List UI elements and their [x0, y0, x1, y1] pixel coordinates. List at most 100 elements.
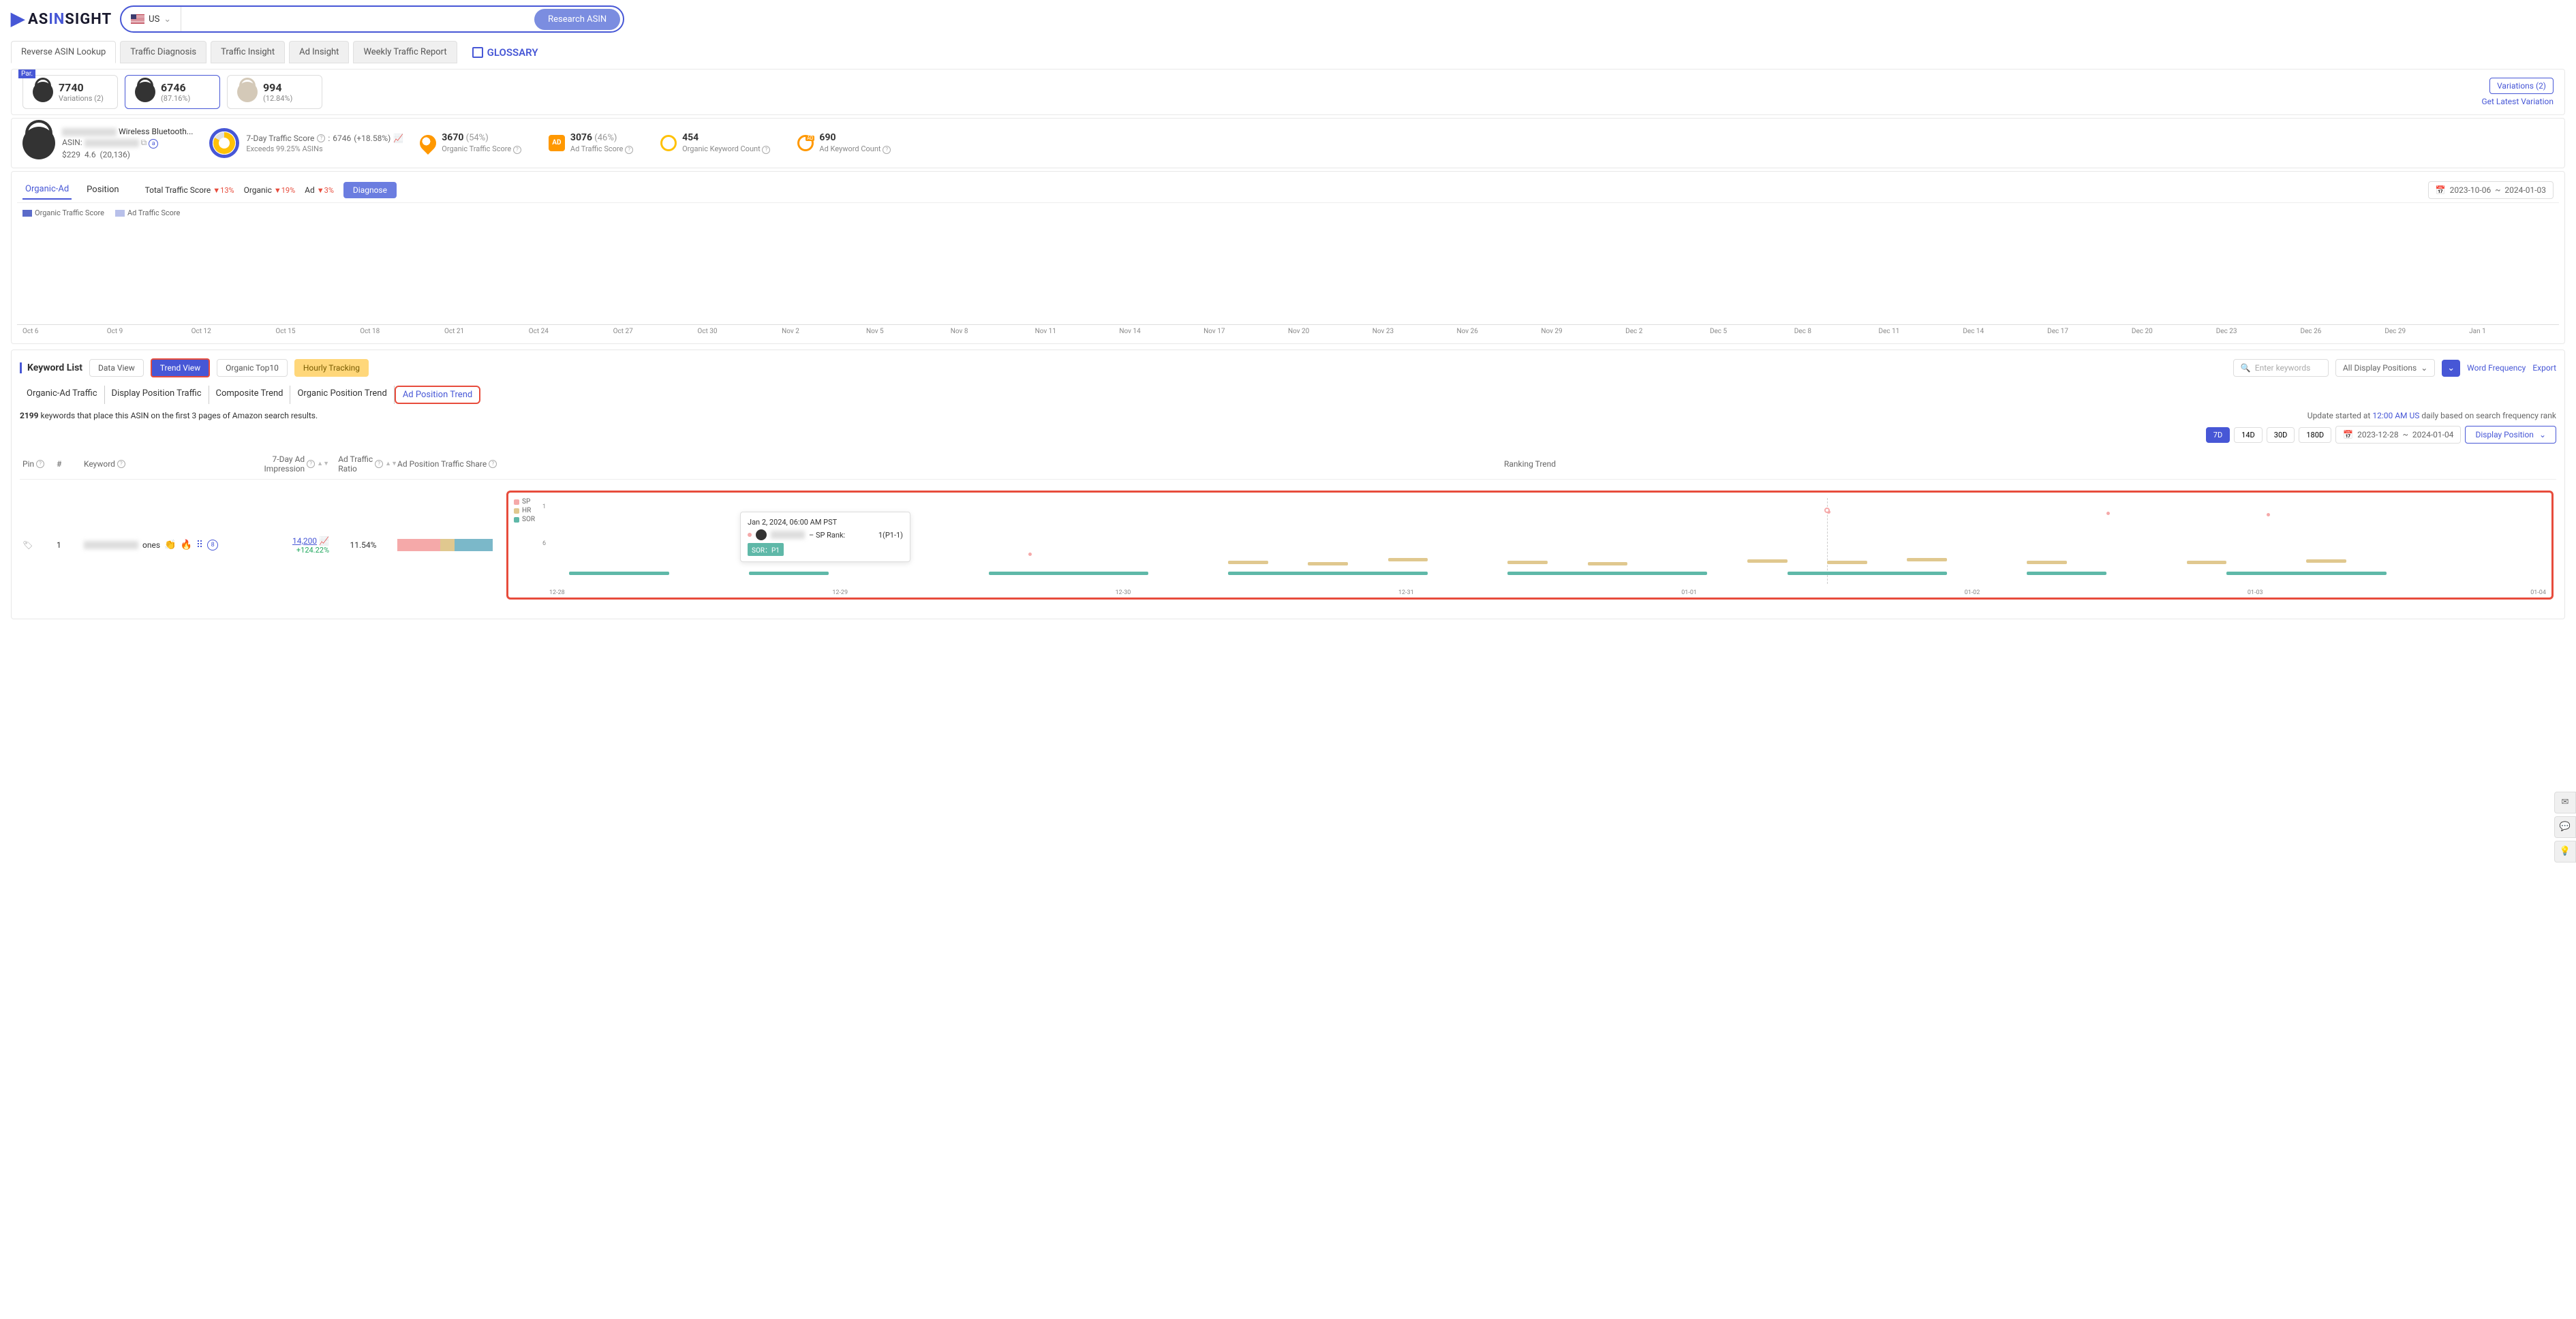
chart-tab-organic-ad[interactable]: Organic-Ad	[22, 180, 72, 200]
word-frequency-link[interactable]: Word Frequency	[2467, 363, 2526, 373]
float-lightbulb-icon[interactable]: 💡	[2554, 841, 2576, 863]
date-sep: ~	[2495, 185, 2500, 195]
info-icon[interactable]: ?	[307, 460, 315, 468]
col-num[interactable]: #	[57, 459, 61, 469]
x-tick: Dec 26	[2301, 328, 2385, 335]
x-tick: Dec 8	[1794, 328, 1879, 335]
glossary-link[interactable]: GLOSSARY	[472, 46, 538, 59]
info-icon[interactable]: ?	[375, 460, 383, 468]
period-30d[interactable]: 30D	[2267, 427, 2295, 443]
chart-date-range[interactable]: 📅 2023-10-06 ~ 2024-01-03	[2428, 181, 2554, 199]
vcard-sub: (12.84%)	[263, 94, 292, 103]
x-tick: Nov 17	[1203, 328, 1288, 335]
vcard-sub: Variations (2)	[59, 94, 104, 103]
chart-icon[interactable]: 📈	[319, 536, 329, 546]
x-tick: Nov 26	[1457, 328, 1542, 335]
col-keyword[interactable]: Keyword	[84, 459, 115, 469]
tab-traffic-diagnosis[interactable]: Traffic Diagnosis	[120, 41, 206, 63]
grid-icon[interactable]: ⠿	[196, 540, 203, 550]
hourly-tracking-button[interactable]: Hourly Tracking	[294, 359, 369, 377]
ranking-trend-chart[interactable]: SPHRSOR 1 6 Jan 2, 2024, 06:00 AM PST – …	[506, 491, 2554, 600]
x-tick: Oct 24	[529, 328, 613, 335]
col-trend[interactable]: Ranking Trend	[1504, 459, 1556, 469]
view-trend[interactable]: Trend View	[151, 358, 210, 377]
chart-tab-position[interactable]: Position	[84, 181, 121, 199]
sort-icon[interactable]: ▲▼	[385, 463, 397, 466]
info-icon[interactable]: ?	[317, 134, 325, 142]
stat-org-delta: ▼19%	[274, 186, 295, 195]
period-14d[interactable]: 14D	[2234, 427, 2263, 443]
trend-tab-ad-position[interactable]: Ad Position Trend	[395, 386, 480, 404]
impression-value[interactable]: 14,200	[292, 536, 317, 546]
export-link[interactable]: Export	[2532, 363, 2556, 373]
variation-card[interactable]: 994(12.84%)	[227, 75, 322, 109]
info-icon[interactable]: ?	[36, 460, 44, 468]
y-tick-6: 6	[542, 540, 546, 547]
metric-item: AD3076 (46%)Ad Traffic Score ?	[549, 132, 633, 154]
period-date-range[interactable]: 📅2023-12-28 ~ 2024-01-04	[2335, 426, 2461, 444]
logo[interactable]: ▶ ASINSIGHT	[11, 9, 112, 29]
trend-tab-display-position[interactable]: Display Position Traffic	[105, 386, 209, 404]
legend-ad: Ad Traffic Score	[127, 208, 180, 217]
tooltip-date: Jan 2, 2024, 06:00 AM PST	[748, 518, 903, 527]
sort-icon[interactable]: ▲▼	[317, 463, 329, 466]
tab-reverse-asin[interactable]: Reverse ASIN Lookup	[11, 41, 116, 63]
logo-text: AS	[28, 11, 48, 28]
trend-tab-organic-ad[interactable]: Organic-Ad Traffic	[20, 386, 105, 404]
gauge-icon	[209, 128, 239, 158]
sor-segment	[2226, 572, 2386, 575]
x-tick: Nov 11	[1035, 328, 1120, 335]
info-icon[interactable]: ?	[489, 460, 497, 468]
float-discord-icon[interactable]: 💬	[2554, 816, 2576, 838]
research-asin-button[interactable]: Research ASIN	[534, 9, 620, 30]
tab-ad-insight[interactable]: Ad Insight	[289, 41, 349, 63]
float-inbox-icon[interactable]: ✉	[2554, 792, 2576, 813]
positions-select[interactable]: All Display Positions⌄	[2335, 359, 2435, 377]
legend-org: Organic Traffic Score	[35, 208, 104, 217]
diagnose-button[interactable]: Diagnose	[343, 182, 397, 198]
product-image	[22, 127, 55, 159]
stat-total-delta: ▼13%	[213, 186, 234, 195]
logo-text-end: SIGHT	[65, 11, 112, 28]
dropdown-button[interactable]: ⌄	[2442, 360, 2460, 377]
trend-tab-organic-position[interactable]: Organic Position Trend	[290, 386, 394, 404]
sp-point	[1028, 553, 1032, 556]
col-impression[interactable]: 7-Day Ad Impression	[264, 454, 305, 474]
tab-traffic-insight[interactable]: Traffic Insight	[211, 41, 285, 63]
col-ratio[interactable]: Ad Traffic Ratio	[338, 454, 373, 474]
period-180d[interactable]: 180D	[2299, 427, 2331, 443]
chevron-down-icon: ⌄	[164, 14, 171, 25]
sor-segment	[989, 572, 1148, 575]
asin-search-input[interactable]	[181, 14, 532, 25]
info-icon[interactable]: ?	[117, 460, 125, 468]
trend-tab-composite[interactable]: Composite Trend	[209, 386, 291, 404]
col-share[interactable]: Ad Position Traffic Share	[397, 459, 487, 469]
x-tick: Nov 5	[866, 328, 951, 335]
sor-segment	[2027, 572, 2106, 575]
period-7d[interactable]: 7D	[2206, 427, 2230, 443]
variations-button[interactable]: Variations (2)	[2489, 78, 2554, 94]
sp-highlight-point	[1824, 508, 1830, 513]
tab-weekly-report[interactable]: Weekly Traffic Report	[353, 41, 457, 63]
view-data[interactable]: Data View	[89, 359, 144, 377]
variation-card[interactable]: 7740Variations (2)	[22, 75, 118, 109]
hr-segment	[1588, 562, 1628, 565]
variation-card[interactable]: 6746(87.16%)	[125, 75, 220, 109]
region-select[interactable]: US ⌄	[121, 7, 181, 31]
col-pin[interactable]: Pin	[22, 459, 34, 469]
pd-from: 2023-12-28	[2357, 430, 2399, 439]
chart-icon[interactable]: 📈	[393, 134, 403, 143]
traffic-bar-chart[interactable]	[17, 223, 2559, 325]
pin-icon[interactable]: 🏷	[22, 540, 33, 550]
copy-icon[interactable]: ⧉	[141, 138, 147, 147]
view-organic-top10[interactable]: Organic Top10	[217, 359, 288, 377]
keyword-list-section: Keyword List Data View Trend View Organi…	[11, 350, 2565, 619]
display-position-select[interactable]: Display Position⌄	[2465, 426, 2556, 444]
keyword-search-input[interactable]: 🔍Enter keywords	[2233, 359, 2329, 377]
hands-icon: 👏	[164, 540, 176, 550]
trend-x-tick: 01-02	[1965, 589, 1980, 596]
calendar-icon: 📅	[2436, 185, 2446, 195]
stat-org-label: Organic	[244, 185, 272, 195]
get-latest-variation-link[interactable]: Get Latest Variation	[2481, 97, 2554, 106]
vcard-number: 994	[263, 81, 292, 94]
